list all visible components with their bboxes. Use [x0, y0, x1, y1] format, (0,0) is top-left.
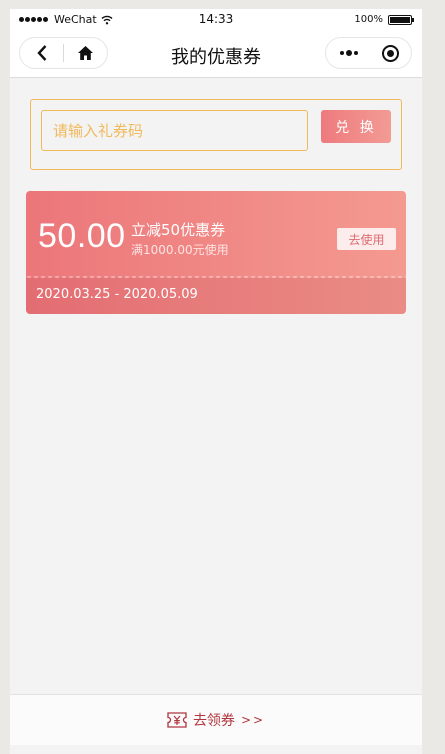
nav-capsule-right: [325, 37, 412, 69]
get-coupons-arrows: >>: [240, 713, 266, 727]
status-bar: WeChat 14:33 100%: [10, 9, 422, 31]
coupon-amount: 50.00: [38, 217, 126, 255]
coupon-ticket-icon: [167, 712, 187, 728]
coupon-card-top: 50.00 立减50优惠券 满1000.00元使用 去使用: [26, 191, 406, 277]
battery-percent: 100%: [354, 14, 383, 25]
coupon-condition: 满1000.00元使用: [131, 243, 229, 257]
redeem-button[interactable]: 兑 换: [321, 110, 391, 143]
get-coupons-label: 去领券: [192, 713, 235, 729]
use-coupon-button[interactable]: 去使用: [337, 228, 396, 250]
redeem-code-panel: 兑 换: [30, 99, 402, 170]
coupon-card-bottom: 2020.03.25 - 2020.05.09: [26, 278, 406, 314]
status-right: 100%: [354, 14, 414, 25]
navigation-bar: 我的优惠券: [10, 31, 422, 78]
phone-screen: WeChat 14:33 100% 我的优惠券 请输入礼券码 兑 换 50.00…: [10, 9, 422, 754]
coupon-valid-period: 2020.03.25 - 2020.05.09: [36, 287, 198, 302]
redeem-code-input[interactable]: [41, 110, 308, 151]
coupon-title: 立减50优惠券: [131, 221, 226, 239]
coupon-card: 50.00 立减50优惠券 满1000.00元使用 去使用 2020.03.25…: [26, 191, 406, 314]
get-coupons-link[interactable]: 去领券 >>: [10, 694, 422, 745]
more-icon[interactable]: [340, 50, 358, 56]
battery-icon: [388, 14, 414, 25]
close-icon[interactable]: [382, 44, 399, 62]
